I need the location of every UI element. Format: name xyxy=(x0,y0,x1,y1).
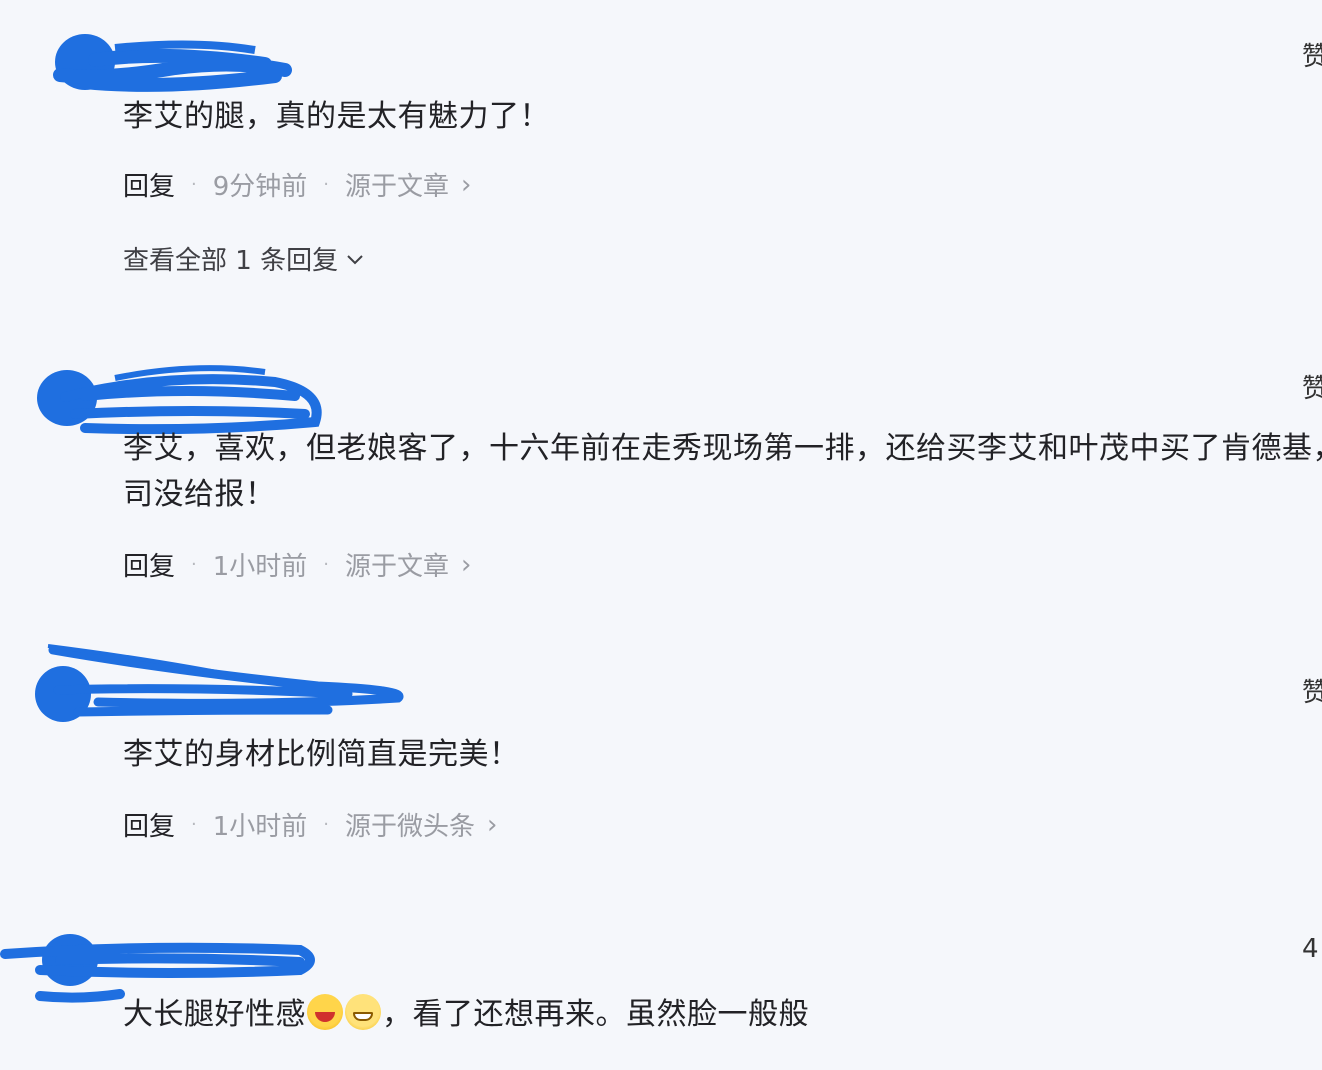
comment-text: 李艾的身材比例简直是完美！ xyxy=(123,737,520,772)
like-count[interactable]: 4 xyxy=(1302,934,1322,964)
comment-meta: 回复 · 9分钟前 · 源于文章 › xyxy=(123,166,471,203)
like-button[interactable]: 赞 xyxy=(1302,368,1322,405)
view-all-replies-button[interactable]: 查看全部 1 条回复 xyxy=(123,240,366,277)
comment-meta: 回复 · 1小时前 · 源于微头条 › xyxy=(123,806,497,843)
source-link[interactable]: 源于文章 xyxy=(345,166,449,203)
comment-item: 赞 李艾的腿，真的是太有魅力了！ 回复 · 9分钟前 · 源于文章 › 查看全部… xyxy=(0,0,1322,320)
separator-dot: · xyxy=(323,814,330,835)
laughing-emoji-icon xyxy=(307,994,343,1030)
chevron-right-icon: › xyxy=(461,169,472,200)
view-all-replies-label: 查看全部 1 条回复 xyxy=(123,246,339,276)
separator-dot: · xyxy=(191,814,197,835)
chevron-down-icon xyxy=(347,254,363,264)
comment-item: 4 大长腿好性感 ，看了还想再来。虽然脸一般般 xyxy=(0,910,1322,1070)
source-link[interactable]: 源于微头条 xyxy=(345,806,475,843)
like-button[interactable]: 赞 xyxy=(1302,672,1322,709)
reply-button[interactable]: 回复 xyxy=(123,166,175,203)
comment-time: 1小时前 xyxy=(212,552,308,582)
comment-time: 1小时前 xyxy=(212,812,308,842)
separator-dot: · xyxy=(191,174,197,195)
comment-time: 9分钟前 xyxy=(212,172,308,202)
comment-text: 李艾的腿，真的是太有魅力了！ xyxy=(123,99,550,134)
comment-item: 赞 李艾的身材比例简直是完美！ 回复 · 1小时前 · 源于微头条 › xyxy=(0,640,1322,890)
separator-dot: · xyxy=(191,554,197,575)
reply-button[interactable]: 回复 xyxy=(123,546,175,583)
comment-meta: 回复 · 1小时前 · 源于文章 › xyxy=(123,546,471,583)
reply-button[interactable]: 回复 xyxy=(123,806,175,843)
comment-text: 大长腿好性感 ，看了还想再来。虽然脸一般般 xyxy=(123,992,1322,1038)
comment-text-part: ，看了还想再来。虽然脸一般般 xyxy=(382,997,809,1032)
comment-text: 李艾，喜欢，但老娘客了，十六年前在走秀现场第一排，还给买李艾和叶茂中买了肯德基，… xyxy=(123,431,1322,512)
chevron-right-icon: › xyxy=(461,549,472,580)
chevron-right-icon: › xyxy=(487,809,498,840)
separator-dot: · xyxy=(323,174,330,195)
comment-text-part: 大长腿好性感 xyxy=(123,997,306,1032)
grinning-emoji-icon xyxy=(345,994,381,1030)
source-link[interactable]: 源于文章 xyxy=(345,546,449,583)
like-button[interactable]: 赞 xyxy=(1302,36,1322,73)
separator-dot: · xyxy=(323,554,330,575)
comment-item: 赞 李艾，喜欢，但老娘客了，十六年前在走秀现场第一排，还给买李艾和叶茂中买了肯德… xyxy=(0,340,1322,620)
